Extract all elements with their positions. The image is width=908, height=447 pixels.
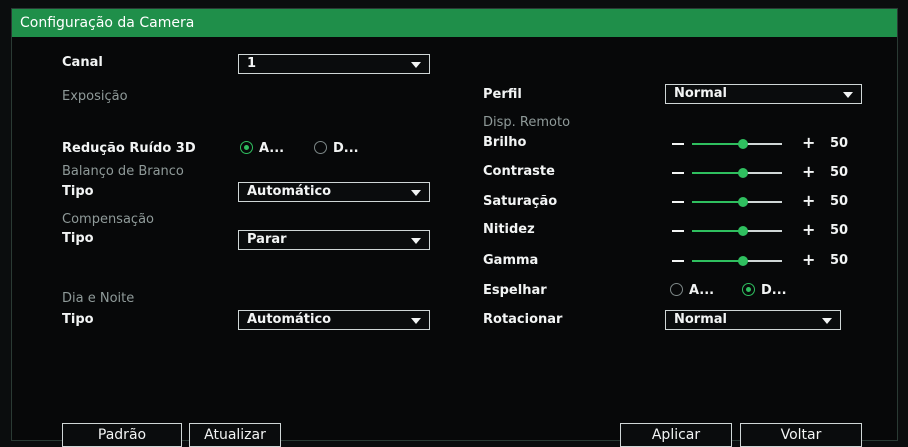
- gamma-slider[interactable]: + 50: [672, 251, 862, 269]
- chevron-down-icon: [411, 318, 421, 324]
- plus-icon[interactable]: +: [802, 163, 815, 181]
- reducao-option-d[interactable]: D...: [314, 140, 359, 158]
- minus-icon[interactable]: [672, 172, 684, 174]
- rotacionar-label: Rotacionar: [483, 312, 563, 327]
- slider-knob[interactable]: [738, 256, 748, 266]
- compensacao-tipo-value: Parar: [247, 232, 287, 247]
- radio-unselected-icon: [314, 141, 327, 154]
- slider-knob[interactable]: [738, 168, 748, 178]
- plus-icon[interactable]: +: [802, 221, 815, 239]
- brilho-value: 50: [830, 136, 849, 151]
- compensacao-section-label: Compensação: [62, 212, 154, 227]
- minus-icon[interactable]: [672, 260, 684, 262]
- chevron-down-icon: [843, 92, 853, 98]
- slider-fill: [692, 172, 742, 174]
- nitidez-value: 50: [830, 223, 849, 238]
- reducao-ruido-label: Redução Ruído 3D: [62, 141, 196, 156]
- espelhar-option-a-label: A...: [689, 283, 715, 298]
- dia-noite-tipo-value: Automático: [247, 312, 332, 327]
- camera-config-window: Configuração da Camera Canal 1 Exposição…: [11, 8, 898, 447]
- reducao-option-d-label: D...: [333, 141, 359, 156]
- radio-unselected-icon: [670, 283, 683, 296]
- rotacionar-select-value: Normal: [674, 312, 727, 327]
- plus-icon[interactable]: +: [802, 251, 815, 269]
- nitidez-label: Nitidez: [483, 222, 535, 237]
- perfil-label: Perfil: [483, 87, 522, 102]
- perfil-select[interactable]: Normal: [665, 84, 862, 104]
- contraste-label: Contraste: [483, 164, 555, 179]
- slider-fill: [692, 230, 742, 232]
- gamma-value: 50: [830, 253, 849, 268]
- chevron-down-icon: [411, 190, 421, 196]
- espelhar-option-d[interactable]: D...: [742, 282, 787, 300]
- radio-selected-icon: [240, 141, 253, 154]
- slider-fill: [692, 143, 742, 145]
- radio-selected-icon: [742, 283, 755, 296]
- window-title: Configuração da Camera: [12, 9, 897, 37]
- brilho-slider[interactable]: + 50: [672, 134, 862, 152]
- contraste-slider[interactable]: + 50: [672, 163, 862, 181]
- plus-icon[interactable]: +: [802, 134, 815, 152]
- brilho-label: Brilho: [483, 135, 527, 150]
- chevron-down-icon: [411, 62, 421, 68]
- slider-knob[interactable]: [738, 197, 748, 207]
- espelhar-option-a[interactable]: A...: [670, 282, 714, 300]
- padrao-button[interactable]: Padrão: [62, 423, 182, 447]
- balanco-tipo-select[interactable]: Automático: [238, 182, 430, 202]
- saturacao-label: Saturação: [483, 194, 558, 209]
- slider-fill: [692, 201, 742, 203]
- compensacao-tipo-select[interactable]: Parar: [238, 230, 430, 250]
- aplicar-button[interactable]: Aplicar: [620, 423, 732, 447]
- slider-knob[interactable]: [738, 226, 748, 236]
- exposicao-section-label: Exposição: [62, 89, 128, 104]
- canal-select[interactable]: 1: [238, 54, 430, 74]
- balanco-tipo-value: Automático: [247, 184, 332, 199]
- rotacionar-select[interactable]: Normal: [665, 310, 841, 330]
- chevron-down-icon: [411, 238, 421, 244]
- espelhar-label: Espelhar: [483, 283, 547, 298]
- minus-icon[interactable]: [672, 143, 684, 145]
- slider-knob[interactable]: [738, 139, 748, 149]
- disp-remoto-section-label: Disp. Remoto: [483, 115, 571, 130]
- dia-noite-section-label: Dia e Noite: [62, 291, 135, 306]
- slider-fill: [692, 260, 742, 262]
- atualizar-button[interactable]: Atualizar: [189, 423, 281, 447]
- canal-select-value: 1: [247, 56, 257, 71]
- gamma-label: Gamma: [483, 253, 539, 268]
- reducao-option-a-label: A...: [259, 141, 285, 156]
- minus-icon[interactable]: [672, 230, 684, 232]
- contraste-value: 50: [830, 165, 849, 180]
- balanco-branco-section-label: Balanço de Branco: [62, 164, 184, 179]
- saturacao-slider[interactable]: + 50: [672, 192, 862, 210]
- dia-noite-tipo-label: Tipo: [62, 312, 94, 327]
- nitidez-slider[interactable]: + 50: [672, 221, 862, 239]
- canal-label: Canal: [62, 55, 103, 70]
- dia-noite-tipo-select[interactable]: Automático: [238, 310, 430, 330]
- espelhar-option-d-label: D...: [761, 283, 787, 298]
- balanco-tipo-label: Tipo: [62, 184, 94, 199]
- compensacao-tipo-label: Tipo: [62, 231, 94, 246]
- chevron-down-icon: [822, 318, 832, 324]
- voltar-button[interactable]: Voltar: [740, 423, 862, 447]
- minus-icon[interactable]: [672, 201, 684, 203]
- reducao-option-a[interactable]: A...: [240, 140, 284, 158]
- saturacao-value: 50: [830, 194, 849, 209]
- plus-icon[interactable]: +: [802, 192, 815, 210]
- perfil-select-value: Normal: [674, 86, 727, 101]
